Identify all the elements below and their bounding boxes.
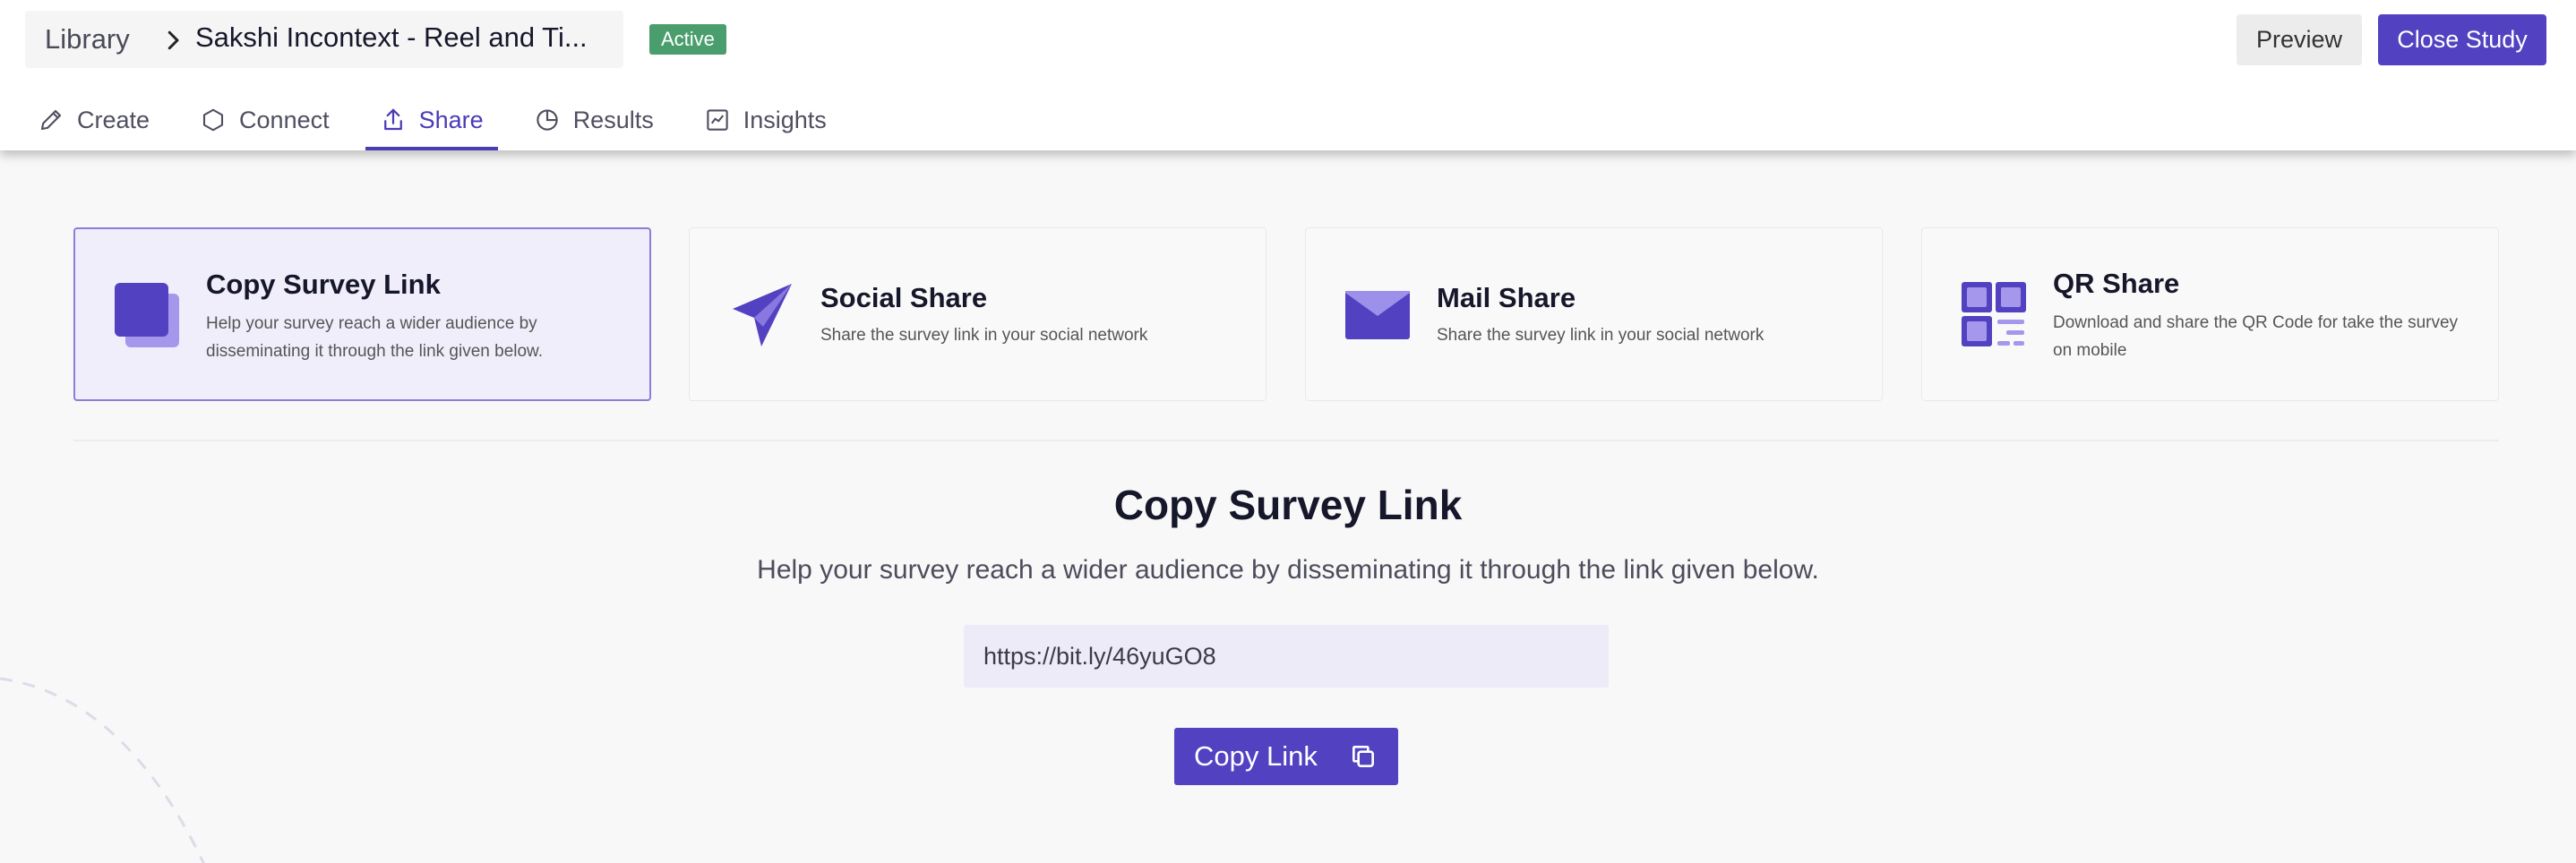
- card-title: Mail Share: [1437, 282, 1576, 313]
- share-option-mail[interactable]: Mail Share Share the survey link in your…: [1305, 227, 1883, 401]
- survey-link-field[interactable]: [964, 625, 1609, 688]
- chevron-right-icon: [167, 30, 179, 50]
- hexagon-icon: [202, 108, 224, 132]
- share-option-qr[interactable]: QR Share Download and share the QR Code …: [1921, 227, 2499, 401]
- tab-label: Share: [418, 106, 484, 133]
- section-divider: [73, 440, 2499, 441]
- copy-link-label: Copy Link: [1194, 740, 1318, 772]
- top-header: Library Sakshi Incontext - Reel and Ti..…: [0, 0, 2576, 150]
- tab-share[interactable]: Share: [365, 98, 498, 150]
- tab-label: Create: [77, 106, 150, 133]
- card-title: QR Share: [2053, 268, 2180, 299]
- card-description: Share the survey link in your social net…: [820, 326, 1148, 345]
- tab-insights[interactable]: Insights: [690, 98, 841, 141]
- tab-label: Results: [572, 106, 654, 133]
- copy-icon: [1352, 746, 1374, 767]
- share-option-copy-link[interactable]: Copy Survey Link Help your survey reach …: [73, 227, 651, 401]
- share-option-social[interactable]: Social Share Share the survey link in yo…: [689, 227, 1267, 401]
- breadcrumb-library-link[interactable]: Library: [45, 23, 130, 56]
- section-subtitle: Help your survey reach a wider audience …: [757, 555, 1819, 585]
- card-title: Copy Survey Link: [206, 269, 441, 300]
- study-title: Sakshi Incontext - Reel and Ti...: [195, 21, 588, 53]
- card-description: Share the survey link in your social net…: [1437, 326, 1765, 345]
- close-study-button[interactable]: Close Study: [2378, 14, 2546, 65]
- copy-squares-icon: [115, 283, 179, 347]
- tab-create[interactable]: Create: [23, 98, 164, 141]
- qr-code-icon: [1962, 282, 2026, 346]
- paper-plane-icon: [733, 284, 792, 346]
- line-chart-icon: [707, 109, 728, 131]
- card-description: Download and share the QR Code for take …: [2053, 313, 2459, 360]
- envelope-icon: [1345, 291, 1410, 339]
- tab-results[interactable]: Results: [519, 98, 668, 141]
- breadcrumb: Library Sakshi Incontext - Reel and Ti..…: [25, 11, 623, 68]
- pie-chart-icon: [537, 109, 558, 131]
- section-title: Copy Survey Link: [1113, 482, 1463, 528]
- tab-label: Connect: [239, 106, 330, 133]
- preview-button[interactable]: Preview: [2237, 14, 2362, 65]
- share-upload-icon: [383, 108, 402, 131]
- tab-label: Insights: [743, 106, 827, 133]
- decorative-dashed-arc: [0, 677, 205, 863]
- copy-link-button[interactable]: Copy Link: [1174, 728, 1398, 785]
- tab-connect[interactable]: Connect: [185, 98, 344, 141]
- card-description: Help your survey reach a wider audience …: [206, 314, 544, 361]
- pencil-icon: [40, 109, 62, 131]
- status-badge: Active: [649, 24, 726, 55]
- tab-bar: Create Connect Share Results Insights: [23, 98, 863, 150]
- card-title: Social Share: [820, 282, 988, 313]
